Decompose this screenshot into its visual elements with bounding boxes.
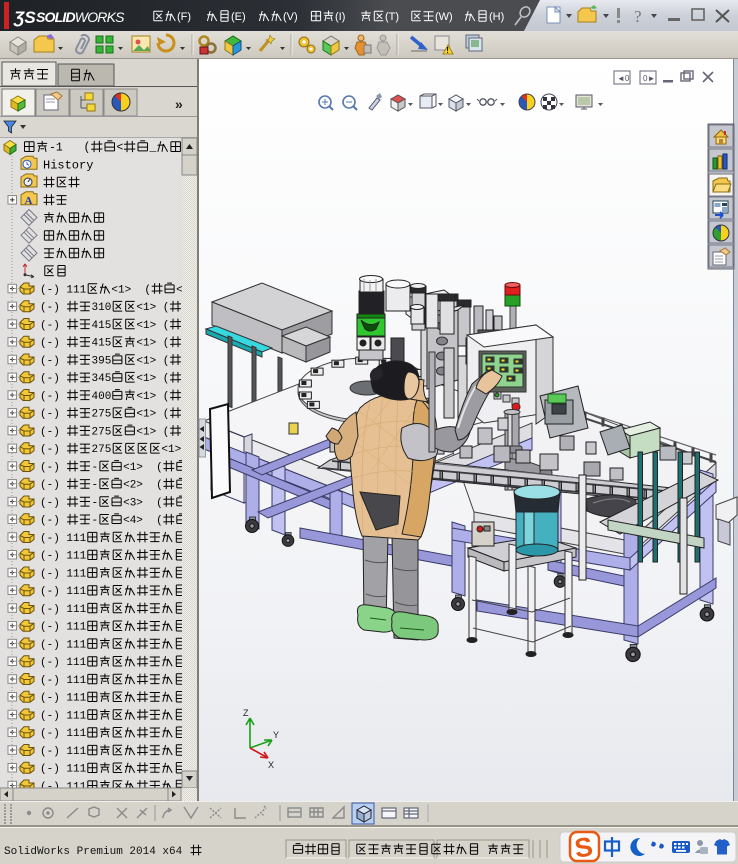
svg-text:-: - bbox=[92, 515, 99, 527]
svg-text:<1>: <1> bbox=[161, 444, 181, 456]
svg-text:<1> (: <1> ( bbox=[123, 462, 163, 474]
svg-text:<3> (: <3> ( bbox=[123, 498, 163, 510]
svg-text:<1> (: <1> ( bbox=[136, 356, 169, 368]
svg-text:(-) 111: (-) 111 bbox=[40, 285, 87, 297]
svg-text:400: 400 bbox=[92, 391, 112, 403]
svg-text:(-): (-) bbox=[40, 462, 66, 474]
svg-text:<1> (: <1> ( bbox=[136, 338, 169, 350]
svg-text:(-): (-) bbox=[40, 391, 66, 403]
svg-text:275: 275 bbox=[92, 409, 112, 421]
svg-text:(-): (-) bbox=[40, 480, 66, 492]
svg-text:(T): (T) bbox=[385, 11, 399, 23]
svg-text:(-) 111: (-) 111 bbox=[40, 693, 87, 705]
svg-text:(-): (-) bbox=[40, 498, 66, 510]
svg-text:(W): (W) bbox=[435, 11, 453, 23]
svg-text:(-): (-) bbox=[40, 427, 66, 439]
svg-text:(-) 111: (-) 111 bbox=[40, 764, 87, 776]
svg-text:(-) 111: (-) 111 bbox=[40, 657, 87, 669]
svg-text:SolidWorks Premium 2014 x64: SolidWorks Premium 2014 x64 bbox=[4, 846, 183, 858]
svg-text:(-): (-) bbox=[40, 409, 66, 421]
svg-text:(-) 111: (-) 111 bbox=[40, 604, 87, 616]
svg-text:!: ! bbox=[446, 46, 449, 55]
svg-text:345: 345 bbox=[92, 373, 112, 385]
svg-text:History: History bbox=[43, 159, 93, 173]
svg-text:(-): (-) bbox=[40, 356, 66, 368]
svg-text:(-) 111: (-) 111 bbox=[40, 551, 87, 563]
svg-text:-1 (: -1 ( bbox=[49, 142, 90, 155]
svg-text:(-): (-) bbox=[40, 320, 66, 332]
svg-text:SOLIDWORKS: SOLIDWORKS bbox=[36, 9, 125, 25]
svg-text:<1> (: <1> ( bbox=[136, 427, 169, 439]
svg-text:<4> (: <4> ( bbox=[123, 515, 163, 527]
svg-text:(-) 111: (-) 111 bbox=[40, 728, 87, 740]
svg-text:(V): (V) bbox=[283, 11, 298, 23]
svg-text:<: < bbox=[117, 142, 124, 155]
svg-text:(-) 111: (-) 111 bbox=[40, 569, 87, 581]
svg-text:<1> (: <1> ( bbox=[136, 302, 169, 314]
svg-text:(-) 111: (-) 111 bbox=[40, 675, 87, 687]
svg-text:-: - bbox=[92, 480, 99, 492]
svg-text:<1> (: <1> ( bbox=[111, 285, 151, 297]
svg-text:310: 310 bbox=[92, 302, 112, 314]
svg-text:<1> (: <1> ( bbox=[136, 391, 169, 403]
svg-text:<1> (: <1> ( bbox=[136, 320, 169, 332]
svg-text:(-): (-) bbox=[40, 338, 66, 350]
svg-text:(-): (-) bbox=[40, 302, 66, 314]
svg-text:(-) 111: (-) 111 bbox=[40, 622, 87, 634]
svg-text:(I): (I) bbox=[335, 11, 345, 23]
svg-text:Y: Y bbox=[273, 730, 279, 740]
svg-text:0►: 0► bbox=[643, 74, 655, 83]
svg-text:(-) 111: (-) 111 bbox=[40, 586, 87, 598]
svg-text:<1> (: <1> ( bbox=[136, 373, 169, 385]
svg-text:(-) 111: (-) 111 bbox=[40, 746, 87, 758]
svg-text:(-): (-) bbox=[40, 373, 66, 385]
svg-text:_: _ bbox=[149, 142, 157, 155]
svg-text:415: 415 bbox=[92, 320, 112, 332]
svg-text:X: X bbox=[268, 760, 274, 770]
svg-text:(-): (-) bbox=[40, 444, 66, 456]
svg-text:<1> (: <1> ( bbox=[136, 409, 169, 421]
svg-text:Z: Z bbox=[243, 708, 249, 718]
svg-text:(-) 111: (-) 111 bbox=[40, 533, 87, 545]
svg-text:?: ? bbox=[634, 7, 642, 26]
svg-text:-: - bbox=[92, 498, 99, 510]
svg-text:(-) 111: (-) 111 bbox=[40, 711, 87, 723]
svg-text:(-): (-) bbox=[40, 515, 66, 527]
svg-text:395: 395 bbox=[92, 356, 112, 368]
svg-text:415: 415 bbox=[92, 338, 112, 350]
svg-text:(F): (F) bbox=[177, 11, 191, 23]
svg-text:A: A bbox=[25, 195, 33, 207]
svg-text:275: 275 bbox=[92, 444, 112, 456]
svg-text:»: » bbox=[175, 96, 183, 112]
svg-text:275: 275 bbox=[92, 427, 112, 439]
svg-text:(-) 111: (-) 111 bbox=[40, 640, 87, 652]
svg-text:(E): (E) bbox=[231, 11, 246, 23]
svg-text:<2> (: <2> ( bbox=[123, 480, 163, 492]
svg-text:ƷS: ƷS bbox=[13, 8, 36, 27]
svg-text:(H): (H) bbox=[489, 11, 504, 23]
svg-text:◄0: ◄0 bbox=[617, 74, 630, 83]
svg-text:-: - bbox=[92, 462, 99, 474]
